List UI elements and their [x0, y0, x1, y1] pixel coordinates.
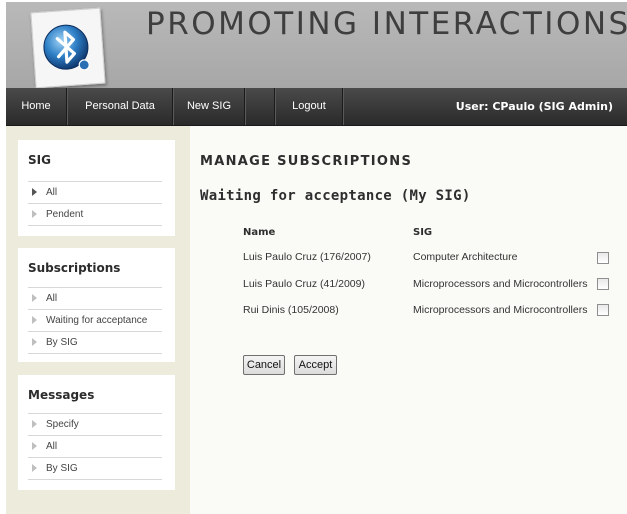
nav-empty-item[interactable]	[246, 88, 274, 125]
page-title: MANAGE SUBSCRIPTIONS	[200, 154, 413, 169]
site-logo[interactable]	[30, 7, 106, 89]
column-header-name: Name	[243, 227, 276, 238]
row-name: Luis Paulo Cruz (176/2007)	[243, 251, 371, 263]
row-sig: Computer Architecture	[413, 251, 518, 263]
subscriptions-menu-item-by-sig[interactable]: By SIG	[28, 331, 162, 354]
nav-personal-data[interactable]: Personal Data	[68, 88, 172, 125]
menu-item-label: Waiting for acceptance	[46, 315, 148, 326]
menu-item-label: By SIG	[46, 337, 78, 348]
arrow-right-icon	[32, 464, 37, 472]
messages-menu-title: Messages	[28, 388, 95, 402]
menu-item-label: By SIG	[46, 463, 78, 474]
row-select-checkbox[interactable]	[597, 304, 609, 316]
subscriptions-menu-item-waiting[interactable]: Waiting for acceptance	[28, 309, 162, 331]
main-content: MANAGE SUBSCRIPTIONS Waiting for accepta…	[190, 126, 627, 514]
nav-divider	[342, 88, 344, 125]
arrow-right-icon	[32, 210, 37, 218]
subscriptions-menu-item-all[interactable]: All	[28, 287, 162, 309]
sig-menu-item-all[interactable]: All	[28, 181, 162, 203]
site-header: PROMOTING INTERACTIONS	[6, 2, 627, 89]
nav-home[interactable]: Home	[6, 88, 66, 125]
site-title: PROMOTING INTERACTIONS	[146, 6, 627, 42]
row-sig: Microprocessors and Microcontrollers	[413, 304, 588, 316]
accept-button[interactable]: Accept	[294, 355, 337, 375]
row-name: Luis Paulo Cruz (41/2009)	[243, 278, 365, 290]
row-sig: Microprocessors and Microcontrollers	[413, 278, 588, 290]
arrow-right-icon	[32, 316, 37, 324]
current-user-label: User: CPaulo (SIG Admin)	[455, 100, 613, 113]
section-subtitle: Waiting for acceptance (My SIG)	[200, 188, 471, 204]
menu-item-label: All	[46, 441, 58, 452]
arrow-right-icon	[32, 338, 37, 346]
arrow-right-icon	[32, 442, 37, 450]
menu-item-label: All	[46, 187, 58, 198]
bluetooth-globe-icon	[43, 24, 90, 71]
nav-new-sig[interactable]: New SIG	[174, 88, 244, 125]
subscriptions-menu-box: Subscriptions All Waiting for acceptance…	[18, 248, 175, 362]
main-nav: Home Personal Data New SIG Logout User: …	[6, 88, 627, 126]
nav-logout[interactable]: Logout	[276, 88, 342, 125]
sig-menu-box: SIG All Pendent	[18, 140, 175, 236]
menu-item-label: Pendent	[46, 209, 84, 220]
sidebar: SIG All Pendent Subscriptions All Waitin…	[6, 126, 190, 514]
messages-menu-item-all[interactable]: All	[28, 435, 162, 457]
row-select-checkbox[interactable]	[597, 278, 609, 290]
sig-menu-title: SIG	[28, 153, 51, 167]
row-name: Rui Dinis (105/2008)	[243, 304, 339, 316]
messages-menu-item-by-sig[interactable]: By SIG	[28, 457, 162, 480]
menu-item-label: Specify	[46, 419, 79, 430]
messages-menu-box: Messages Specify All By SIG	[18, 375, 175, 490]
sig-menu-item-pendent[interactable]: Pendent	[28, 203, 162, 226]
arrow-right-icon	[32, 294, 37, 302]
menu-item-label: All	[46, 293, 58, 304]
messages-menu-item-specify[interactable]: Specify	[28, 413, 162, 435]
row-select-checkbox[interactable]	[597, 252, 609, 264]
cancel-button[interactable]: Cancel	[243, 355, 285, 375]
column-header-sig: SIG	[413, 227, 433, 238]
subscriptions-menu-title: Subscriptions	[28, 261, 121, 275]
arrow-right-icon	[32, 420, 37, 428]
arrow-right-icon	[32, 188, 37, 196]
